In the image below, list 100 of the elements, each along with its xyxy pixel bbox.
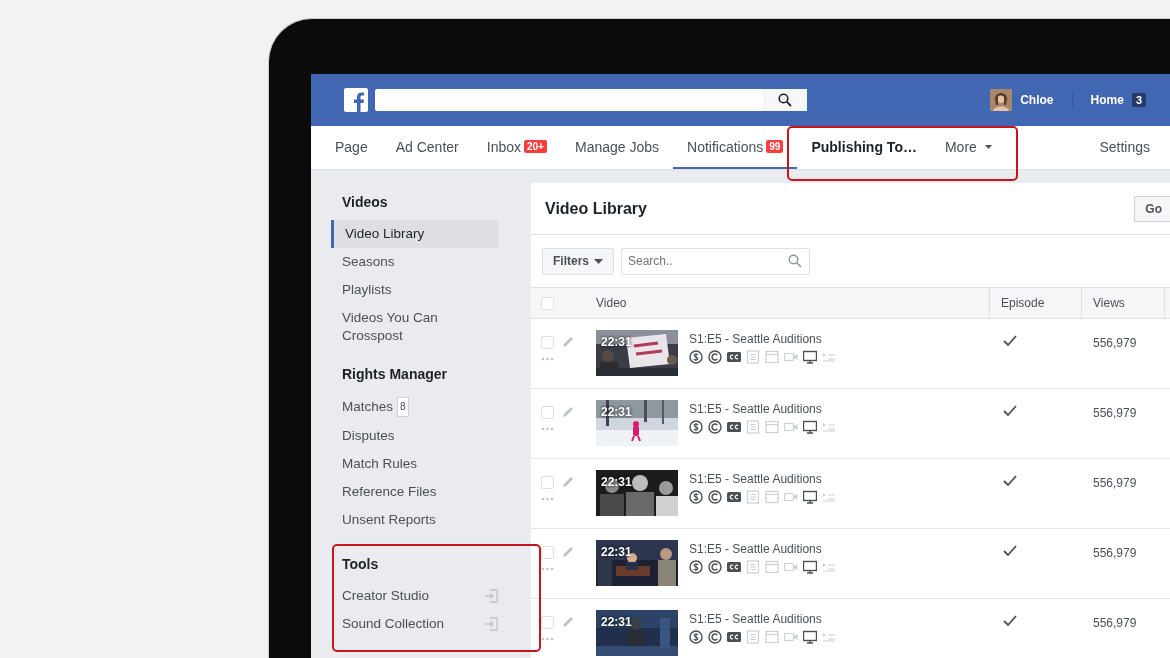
doc-icon: [746, 630, 760, 644]
pencil-icon[interactable]: [561, 615, 575, 629]
list-icon: [822, 350, 836, 364]
window-icon: [765, 560, 779, 574]
search-icon: [788, 253, 802, 268]
caption-icon: [727, 420, 741, 434]
dollar-icon: [689, 350, 703, 364]
pencil-icon[interactable]: [561, 545, 575, 559]
copyright-icon: [708, 490, 722, 504]
dollar-icon: [689, 490, 703, 504]
camera-icon: [784, 420, 798, 434]
checkbox[interactable]: [541, 616, 554, 629]
pencil-icon[interactable]: [561, 405, 575, 419]
monitor-icon: [803, 350, 817, 364]
sidebar-item[interactable]: Seasons: [342, 248, 498, 276]
list-icon: [822, 630, 836, 644]
caret-icon: [984, 144, 992, 149]
monitor-icon: [803, 420, 817, 434]
checkbox[interactable]: [541, 406, 554, 419]
nav-tab[interactable]: Ad Center: [381, 126, 473, 169]
filters-button[interactable]: Filters: [542, 247, 614, 275]
list-icon: [822, 420, 836, 434]
doc-icon: [746, 420, 760, 434]
pencil-icon[interactable]: [561, 335, 575, 349]
copyright-icon: [708, 560, 722, 574]
logo-icon[interactable]: [344, 88, 368, 112]
video-title[interactable]: S1:E5 - Seattle Auditions: [689, 402, 836, 416]
count-badge: 20+: [524, 140, 547, 153]
doc-icon: [746, 490, 760, 504]
nav-tab[interactable]: Page: [321, 126, 382, 169]
doc-icon: [746, 350, 760, 364]
dollar-icon: [689, 560, 703, 574]
duration-label: 22:31: [601, 475, 632, 489]
sidebar-item[interactable]: Videos You Can Crosspost: [342, 304, 498, 350]
dollar-icon: [689, 420, 703, 434]
search-button[interactable]: [763, 89, 807, 111]
window-icon: [765, 490, 779, 504]
external-icon: [484, 589, 498, 603]
table-cell-text: 556,979: [1093, 546, 1137, 562]
video-title[interactable]: S1:E5 - Seattle Auditions: [689, 612, 836, 626]
doc-icon: [746, 560, 760, 574]
home-link[interactable]: Home: [1090, 93, 1124, 107]
camera-icon: [784, 490, 798, 504]
nav-tab[interactable]: Settings: [1085, 126, 1170, 169]
window-icon: [765, 630, 779, 644]
checkbox[interactable]: [541, 476, 554, 489]
caret-icon: [594, 258, 603, 264]
search-icon: [778, 93, 792, 107]
section-title: Tools: [342, 556, 380, 572]
nav-tab[interactable]: Notifications 99: [673, 126, 798, 169]
list-icon: [822, 560, 836, 574]
checkbox[interactable]: [541, 336, 554, 349]
sidebar-item[interactable]: Unsent Reports: [342, 506, 498, 534]
go-button[interactable]: Go: [1134, 195, 1170, 222]
sidebar-item[interactable]: Creator Studio: [342, 582, 498, 610]
nav-tab[interactable]: Inbox 20+: [472, 126, 561, 169]
page-title: Video Library: [545, 199, 647, 218]
search-field[interactable]: Search..: [621, 247, 810, 275]
checkbox[interactable]: [541, 546, 554, 559]
column-header[interactable]: Video: [596, 296, 627, 310]
pencil-icon[interactable]: [561, 475, 575, 489]
monitor-icon: [803, 630, 817, 644]
caption-icon: [727, 560, 741, 574]
camera-icon: [784, 350, 798, 364]
video-title[interactable]: S1:E5 - Seattle Auditions: [689, 332, 836, 346]
camera-icon: [784, 630, 798, 644]
video-title[interactable]: S1:E5 - Seattle Auditions: [689, 472, 836, 486]
sidebar-item[interactable]: Disputes: [342, 422, 498, 450]
more-icon[interactable]: [541, 567, 554, 571]
column-header[interactable]: Views: [1093, 296, 1125, 310]
copyright-icon: [708, 350, 722, 364]
video-title[interactable]: S1:E5 - Seattle Auditions: [689, 542, 836, 556]
sidebar-item[interactable]: Matches 8: [342, 392, 498, 422]
caption-icon: [727, 630, 741, 644]
sidebar-item[interactable]: Match Rules: [342, 450, 498, 478]
caption-icon: [727, 490, 741, 504]
more-icon[interactable]: [541, 637, 554, 641]
checkbox[interactable]: [541, 296, 554, 310]
more-icon[interactable]: [541, 427, 554, 431]
copyright-icon: [708, 630, 722, 644]
user-name[interactable]: Chloe: [1020, 93, 1054, 107]
sidebar-item[interactable]: Sound Collection: [342, 610, 498, 638]
nav-tab[interactable]: Manage Jobs: [560, 126, 674, 169]
count-badge: 3: [1131, 93, 1146, 107]
column-header[interactable]: Episode: [1001, 296, 1045, 310]
nav-tab[interactable]: Publishing To…: [797, 126, 931, 169]
sidebar-item[interactable]: Video Library: [331, 220, 498, 248]
window-icon: [765, 350, 779, 364]
section-title: Videos: [342, 194, 389, 210]
list-icon: [822, 490, 836, 504]
search-field[interactable]: [375, 89, 807, 111]
avatar[interactable]: [990, 89, 1013, 111]
nav-tab[interactable]: More: [930, 126, 1006, 169]
more-icon[interactable]: [541, 497, 554, 501]
more-icon[interactable]: [541, 357, 554, 361]
external-icon: [484, 617, 498, 631]
caption-icon: [727, 350, 741, 364]
duration-label: 22:31: [601, 545, 632, 559]
sidebar-item[interactable]: Playlists: [342, 276, 498, 304]
sidebar-item[interactable]: Reference Files: [342, 478, 498, 506]
